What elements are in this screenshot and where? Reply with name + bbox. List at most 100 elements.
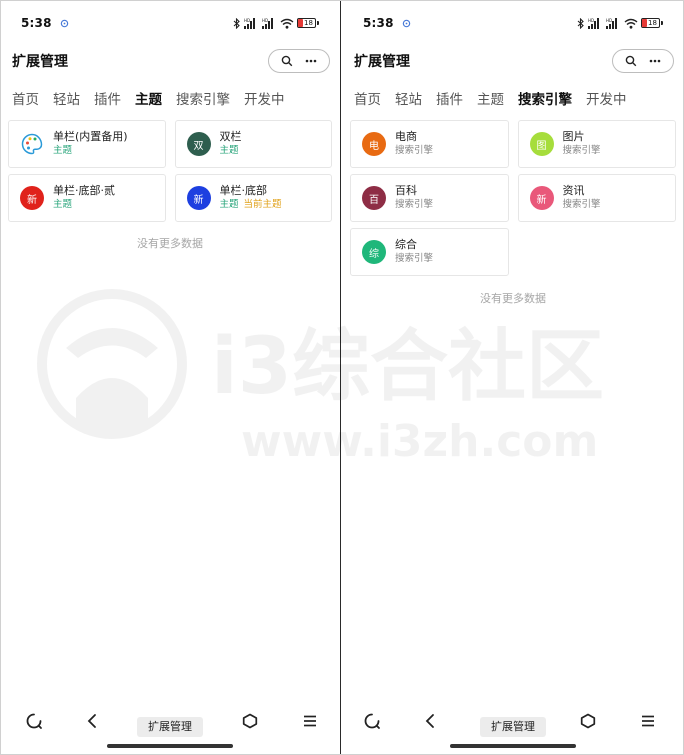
search-engine-card[interactable]: 电 电商 搜索引擎: [350, 120, 509, 168]
no-more-data-text: 没有更多数据: [480, 292, 546, 305]
app-window-label[interactable]: 扩展管理: [137, 717, 203, 737]
wifi-icon: [624, 18, 638, 29]
svg-text:HD: HD: [262, 18, 268, 23]
svg-text:HD: HD: [244, 18, 250, 23]
theme-type: 主题 当前主题: [219, 199, 282, 210]
signal-icon: HD: [588, 17, 599, 29]
palette-icon: [21, 133, 43, 155]
search-engine-card[interactable]: 百 百科 搜索引擎: [350, 174, 509, 222]
search-engine-list: 电 电商 搜索引擎 图 图片 搜索引擎 百 百科 搜索引擎 新 资讯 搜索引擎: [350, 120, 676, 276]
menu-icon[interactable]: [638, 711, 658, 731]
status-bar: 5:38 HD HD 18: [342, 0, 684, 46]
search-icon[interactable]: [625, 55, 637, 67]
menu-icon[interactable]: [300, 711, 320, 731]
app-window-label[interactable]: 扩展管理: [480, 717, 546, 737]
engine-name: 百科: [395, 184, 417, 197]
status-time: 5:38: [363, 16, 394, 30]
mini-program-capsule[interactable]: [612, 49, 674, 73]
home-icon[interactable]: [240, 711, 260, 731]
tab-in-development[interactable]: 开发中: [244, 88, 285, 108]
theme-card[interactable]: 新 单栏·底部·贰 主题: [8, 174, 166, 222]
theme-badge-icon: 双: [186, 132, 211, 156]
tab-themes[interactable]: 主题: [477, 88, 504, 108]
engine-badge-icon: 综: [362, 240, 386, 264]
engine-type: 搜索引擎: [562, 145, 601, 156]
search-icon[interactable]: [281, 55, 293, 67]
page-title: 扩展管理: [354, 54, 410, 70]
tab-light-site[interactable]: 轻站: [395, 88, 422, 108]
engine-type: 搜索引擎: [395, 253, 434, 264]
theme-list: 单栏(内置备用) 主题 双 双栏 主题 新 单栏·底部·贰 主题 新 单栏·底部…: [8, 120, 332, 222]
theme-name: 单栏·底部·贰: [53, 184, 115, 197]
page-title: 扩展管理: [12, 54, 68, 70]
engine-type: 搜索引擎: [395, 145, 434, 156]
svg-text:HD: HD: [588, 18, 594, 23]
engine-name: 资讯: [562, 184, 585, 197]
back-icon[interactable]: [420, 711, 440, 731]
signal-icon: HD: [244, 17, 255, 29]
engine-name: 图片: [562, 130, 585, 143]
mini-program-capsule[interactable]: [268, 49, 330, 73]
bottom-nav-bar: 扩展管理: [0, 683, 340, 755]
theme-card[interactable]: 新 单栏·底部 主题 当前主题: [174, 174, 332, 222]
bottom-nav-bar: 扩展管理: [342, 683, 684, 755]
tab-plugins[interactable]: 插件: [94, 88, 121, 108]
theme-card[interactable]: 双 双栏 主题: [174, 120, 332, 168]
signal-icon-2: HD: [262, 17, 273, 29]
svg-text:HD: HD: [606, 18, 612, 23]
more-icon[interactable]: [649, 59, 661, 63]
engine-type: 搜索引擎: [395, 199, 434, 210]
tab-in-development[interactable]: 开发中: [586, 88, 627, 108]
engine-badge-icon: 新: [529, 186, 554, 210]
theme-card[interactable]: 单栏(内置备用) 主题: [8, 120, 166, 168]
tab-plugins[interactable]: 插件: [436, 88, 463, 108]
tab-bar: 首页 轻站 插件 主题 搜索引擎 开发中: [0, 86, 340, 110]
bluetooth-icon: [577, 17, 584, 29]
tab-home[interactable]: 首页: [12, 88, 39, 108]
theme-name: 单栏·底部: [219, 184, 268, 197]
theme-badge-icon: 新: [20, 186, 44, 210]
current-theme-badge: 当前主题: [243, 199, 282, 210]
theme-name: 双栏: [219, 130, 242, 143]
gesture-home-bar[interactable]: [450, 744, 576, 748]
status-time: 5:38: [21, 16, 52, 30]
battery-icon: 18: [641, 18, 663, 28]
engine-badge-icon: 电: [362, 132, 386, 156]
theme-badge-icon: 新: [186, 186, 211, 210]
search-engine-card[interactable]: 综 综合 搜索引擎: [350, 228, 509, 276]
tab-themes[interactable]: 主题: [135, 88, 162, 108]
theme-type: 主题: [53, 145, 73, 156]
theme-name: 单栏(内置备用): [53, 130, 128, 143]
recent-apps-icon[interactable]: [24, 711, 44, 731]
bluetooth-icon: [233, 17, 240, 29]
tab-search-engines[interactable]: 搜索引擎: [176, 88, 230, 108]
tab-search-engines[interactable]: 搜索引擎: [518, 88, 572, 108]
no-more-data-text: 没有更多数据: [137, 237, 203, 250]
app-header: 扩展管理: [0, 46, 340, 76]
recent-apps-icon[interactable]: [362, 711, 382, 731]
search-engine-card[interactable]: 图 图片 搜索引擎: [517, 120, 676, 168]
status-bar: 5:38 HD HD 18: [0, 0, 340, 46]
search-engine-card[interactable]: 新 资讯 搜索引擎: [517, 174, 676, 222]
more-icon[interactable]: [305, 59, 317, 63]
engine-name: 综合: [395, 238, 417, 251]
wifi-icon: [280, 18, 294, 29]
battery-icon: 18: [297, 18, 319, 28]
back-icon[interactable]: [82, 711, 102, 731]
sync-icon: [402, 19, 410, 27]
engine-badge-icon: 百: [362, 186, 386, 210]
app-header: 扩展管理: [342, 46, 684, 76]
signal-icon-2: HD: [606, 17, 617, 29]
phone-screen-left: 5:38 HD HD 18 扩展管理 首页 轻站 插件 主题 搜索引擎 开发中: [0, 0, 341, 755]
phone-screen-right: 5:38 HD HD 18 扩展管理 首页 轻站 插件 主题 搜索引擎 开发中 …: [342, 0, 684, 755]
engine-type: 搜索引擎: [562, 199, 601, 210]
tab-bar: 首页 轻站 插件 主题 搜索引擎 开发中: [342, 86, 684, 110]
home-icon[interactable]: [578, 711, 598, 731]
theme-type: 主题: [219, 145, 239, 156]
sync-icon: [60, 19, 68, 27]
theme-type: 主题: [53, 199, 73, 210]
engine-name: 电商: [395, 130, 417, 143]
tab-home[interactable]: 首页: [354, 88, 381, 108]
gesture-home-bar[interactable]: [107, 744, 233, 748]
tab-light-site[interactable]: 轻站: [53, 88, 80, 108]
